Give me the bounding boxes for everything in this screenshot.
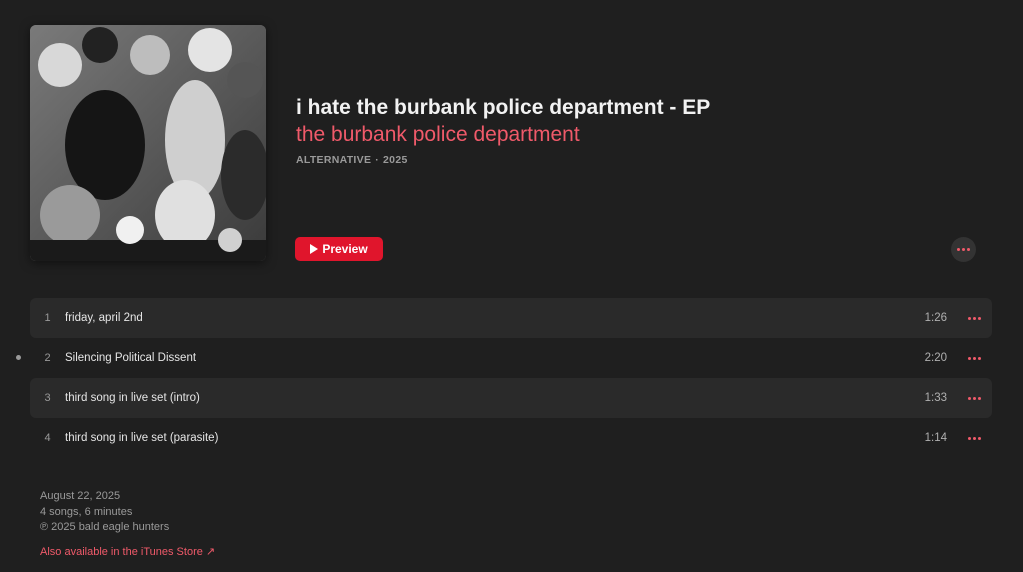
- album-page: i hate the burbank police department - E…: [0, 0, 1023, 572]
- album-meta: ALTERNATIVE · 2025: [296, 154, 408, 166]
- track-duration: 1:33: [924, 392, 947, 404]
- track-more-button[interactable]: [957, 396, 992, 400]
- track-row[interactable]: 2 Silencing Political Dissent 2:20: [16, 338, 992, 378]
- album-art[interactable]: [30, 25, 266, 261]
- copyright: ℗ 2025 bald eagle hunters: [40, 521, 170, 533]
- preview-label: Preview: [322, 242, 368, 256]
- itunes-store-label: Also available in the iTunes Store: [40, 546, 203, 558]
- track-list: 1 friday, april 2nd 1:26 2 Silencing Pol…: [16, 298, 992, 458]
- more-icon: [968, 316, 981, 320]
- track-number: 3: [44, 392, 51, 404]
- preview-button[interactable]: Preview: [295, 237, 383, 261]
- track-title: third song in live set (parasite): [65, 432, 219, 444]
- release-date: August 22, 2025: [40, 490, 121, 502]
- track-number: 1: [44, 312, 51, 324]
- track-row[interactable]: 3 third song in live set (intro) 1:33: [30, 378, 992, 418]
- track-number: 4: [44, 432, 51, 444]
- meta-separator: ·: [375, 154, 380, 166]
- album-artist-link[interactable]: the burbank police department: [296, 123, 580, 147]
- track-title: Silencing Political Dissent: [65, 352, 197, 364]
- track-row[interactable]: 1 friday, april 2nd 1:26: [30, 298, 992, 338]
- album-summary: 4 songs, 6 minutes: [40, 505, 133, 518]
- album-cover-photo: [30, 25, 266, 261]
- track-more-button[interactable]: [957, 436, 992, 440]
- track-more-button[interactable]: [957, 356, 992, 360]
- play-icon: [310, 244, 319, 254]
- album-year: 2025: [383, 154, 408, 166]
- album-title: i hate the burbank police department - E…: [296, 96, 711, 119]
- track-title: friday, april 2nd: [65, 312, 143, 324]
- track-duration: 1:14: [924, 432, 947, 444]
- album-footer: August 22, 2025 4 songs, 6 minutes ℗ 202…: [40, 489, 169, 536]
- track-row[interactable]: 4 third song in live set (parasite) 1:14: [30, 418, 992, 458]
- more-icon: [968, 356, 981, 360]
- itunes-store-link[interactable]: Also available in the iTunes Store ↗: [40, 545, 215, 558]
- more-icon: [968, 436, 981, 440]
- track-more-button[interactable]: [957, 316, 992, 320]
- track-duration: 1:26: [924, 312, 947, 324]
- more-icon: [968, 396, 981, 400]
- playing-indicator-icon: [16, 355, 21, 360]
- album-more-button[interactable]: [951, 237, 976, 262]
- track-number: 2: [44, 352, 51, 364]
- album-genre: ALTERNATIVE: [296, 154, 372, 166]
- track-duration: 2:20: [924, 352, 947, 364]
- more-icon: [957, 248, 970, 251]
- external-link-icon: ↗: [205, 546, 216, 558]
- track-title: third song in live set (intro): [65, 392, 200, 404]
